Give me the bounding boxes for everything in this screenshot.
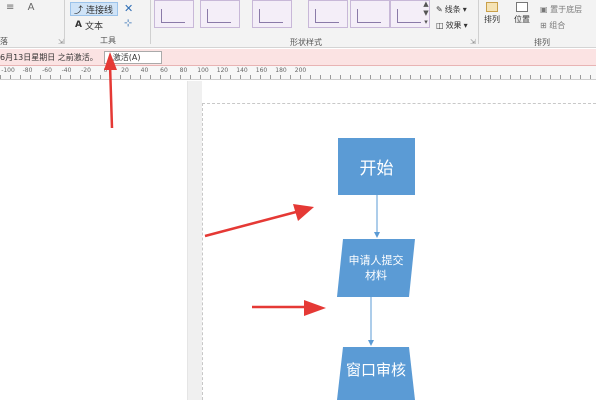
submit-shape-line2: 材料 [365, 269, 387, 282]
position-label: 位置 [514, 15, 530, 24]
ruler-tick-label: 60 [160, 67, 168, 74]
shapes-pane[interactable] [0, 81, 188, 400]
connector-button[interactable]: ⤴ 连接线 [70, 2, 118, 16]
send-back-button[interactable]: ▣ 置于底层 [540, 4, 582, 15]
flowchart-start-shape[interactable]: 开始 [338, 138, 415, 195]
ruler-tick-label: 0 [103, 67, 108, 74]
drawing-canvas[interactable]: 开始 申请人提交 材料 窗口审核 [0, 81, 596, 400]
scroll-up-icon[interactable]: ▲ [422, 0, 430, 9]
ruler-tick-label: -60 [42, 67, 52, 74]
line-option-label: 线条 [444, 5, 461, 14]
paragraph-group-label: 落 [0, 37, 8, 46]
activation-bar: 6月13日星期日 之前激活。 激活(A) [0, 49, 596, 66]
ruler-tick-label: 40 [140, 67, 149, 74]
group-button[interactable]: ⊞ 组合 [540, 20, 565, 31]
ruler-tick-label: 120 [216, 67, 229, 74]
arrange-sort-button[interactable]: 排列 [484, 2, 500, 25]
horizontal-ruler[interactable]: -100 -80 -60 -40 -20 0 20 40 60 80 100 120 140 160 180… [0, 66, 596, 80]
connection-point-icon[interactable]: ⊹ [124, 18, 132, 29]
shape-style-swatch[interactable] [252, 0, 292, 28]
shape-style-gallery [154, 0, 430, 32]
shape-style-swatch[interactable] [308, 0, 348, 28]
text-tool-button[interactable]: A 文本 [72, 18, 106, 32]
ruler-tick-label: 160 [255, 67, 268, 74]
close-icon[interactable]: ✕ [124, 2, 133, 15]
start-shape-label: 开始 [359, 159, 394, 179]
ruler-tick-label: -20 [81, 67, 91, 74]
ruler-tick-label: 80 [179, 67, 188, 74]
position-icon [516, 2, 528, 12]
gallery-scroll[interactable]: ▲ ▼ ▾ [422, 0, 430, 30]
activation-message: 6月13日星期日 之前激活。 [0, 52, 98, 62]
ruler-tick-label: 200 [294, 67, 307, 74]
connector-label: 连接线 [86, 5, 114, 16]
arrange-sort-label: 排列 [484, 15, 500, 24]
effect-icon: ◫ [436, 21, 444, 30]
send-back-icon: ▣ [540, 5, 548, 14]
submit-shape-line1: 申请人提交 [348, 254, 404, 267]
shape-style-swatch[interactable] [154, 0, 194, 28]
review-shape-label: 窗口审核 [345, 361, 406, 379]
effect-option-label: 效果 [445, 21, 462, 30]
ruler-tick-label: -100 [1, 67, 15, 74]
group-icon: ⊞ [540, 21, 547, 30]
ruler-tick-label: 140 [236, 67, 248, 74]
arrange-icon [486, 2, 498, 12]
connector-icon: ⤴ [74, 5, 84, 16]
ruler-tick-label: 180 [275, 67, 287, 74]
effect-option[interactable]: ◫ 效果 ▾ [436, 20, 468, 31]
shape-styles-group-label: 形状样式 [290, 38, 322, 47]
shape-style-swatch[interactable] [350, 0, 390, 28]
position-button[interactable]: 位置 [514, 2, 530, 25]
shape-style-swatch[interactable] [200, 0, 240, 28]
group-label: 组合 [549, 21, 566, 30]
chevron-down-icon: ▾ [462, 5, 467, 14]
flowchart-submit-shape[interactable]: 申请人提交 材料 [337, 239, 415, 297]
text-icon: A [75, 20, 82, 30]
ribbon: ≡ A 落 ⤴ 连接线 A 文本 ✕ ⊹ 工具 ▲ ▼ ▾ 形状样式 ⇲ ⇲ ✎… [0, 0, 596, 48]
ruler-tick-label: -80 [22, 67, 33, 74]
pane-splitter[interactable] [188, 81, 202, 400]
ruler-tick-label: 100 [197, 67, 209, 74]
font-size-icon[interactable]: ≡ [6, 2, 14, 13]
ribbon-separator [478, 0, 479, 44]
line-option[interactable]: ✎ 线条 ▾ [436, 4, 467, 15]
activate-button[interactable]: 激活(A) [103, 50, 162, 64]
arrange-group-label: 排列 [534, 38, 550, 47]
flowchart-review-shape[interactable]: 窗口审核 [337, 347, 415, 400]
send-back-label: 置于底层 [550, 5, 583, 14]
ruler-ticks [0, 75, 596, 79]
dialog-launcher-icon[interactable]: ⇲ [58, 38, 64, 46]
paragraph-icons: ≡ A [6, 2, 34, 13]
font-color-icon[interactable]: A [28, 2, 35, 13]
dialog-launcher-icon[interactable]: ⇲ [470, 38, 476, 46]
ruler-tick-label: -40 [61, 67, 72, 74]
scroll-down-icon[interactable]: ▼ [422, 9, 430, 18]
pen-icon: ✎ [436, 5, 443, 14]
text-tool-label: 文本 [84, 21, 103, 32]
tools-group-label: 工具 [100, 36, 116, 45]
ribbon-separator [64, 0, 65, 44]
ribbon-separator [150, 0, 151, 44]
chevron-down-icon: ▾ [463, 21, 468, 30]
gallery-more-icon[interactable]: ▾ [422, 18, 430, 27]
submit-shape-text: 申请人提交 材料 [337, 239, 415, 297]
ruler-tick-label: 20 [121, 67, 129, 74]
